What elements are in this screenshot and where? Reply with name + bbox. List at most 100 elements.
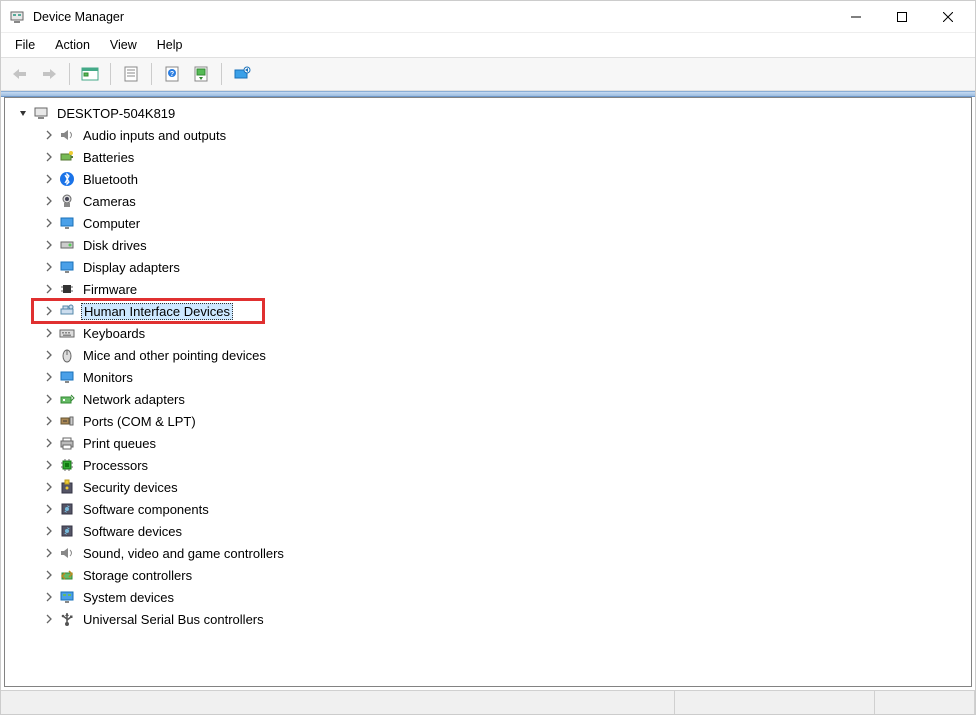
chevron-right-icon[interactable] [41,457,57,473]
chevron-down-icon[interactable] [15,105,31,121]
tree-category-label: Computer [81,216,142,231]
chevron-right-icon[interactable] [41,523,57,539]
tree-category-label: Software devices [81,524,184,539]
tree-category[interactable]: Processors [11,454,971,476]
chevron-right-icon[interactable] [41,501,57,517]
tree-category-label: Disk drives [81,238,149,253]
menu-action[interactable]: Action [45,35,100,55]
app-icon [9,9,25,25]
tree-category[interactable]: Firmware [11,278,971,300]
tree-category[interactable]: Mice and other pointing devices [11,344,971,366]
chevron-right-icon[interactable] [41,193,57,209]
chevron-right-icon[interactable] [41,281,57,297]
svg-text:?: ? [170,71,174,78]
tree-category-label: Audio inputs and outputs [81,128,228,143]
mouse-icon [59,347,75,363]
chevron-right-icon[interactable] [41,171,57,187]
tree-category[interactable]: Bluetooth [11,168,971,190]
storage-icon [59,567,75,583]
tree-category[interactable]: Batteries [11,146,971,168]
camera-icon [59,193,75,209]
security-icon [59,479,75,495]
port-icon [59,413,75,429]
tree-category[interactable]: System devices [11,586,971,608]
tree-category[interactable]: Monitors [11,366,971,388]
tree-category[interactable]: Display adapters [11,256,971,278]
tree-category[interactable]: Universal Serial Bus controllers [11,608,971,630]
tree-category[interactable]: Computer [11,212,971,234]
monitor-icon [59,369,75,385]
chevron-right-icon[interactable] [41,611,57,627]
statusbar-cell [1,691,675,714]
tree-category[interactable]: Security devices [11,476,971,498]
help-button[interactable]: ? [159,61,185,87]
tree-category[interactable]: Software devices [11,520,971,542]
tree-category-label: Sound, video and game controllers [81,546,286,561]
software-icon [59,523,75,539]
chevron-right-icon[interactable] [41,369,57,385]
tree-category-label: Universal Serial Bus controllers [81,612,266,627]
speaker-icon [59,545,75,561]
menu-file[interactable]: File [5,35,45,55]
chevron-right-icon[interactable] [41,127,57,143]
chevron-right-icon[interactable] [41,589,57,605]
tree-category-label: Display adapters [81,260,182,275]
tree-category[interactable]: Storage controllers [11,564,971,586]
menu-view[interactable]: View [100,35,147,55]
disk-icon [59,237,75,253]
device-tree[interactable]: DESKTOP-504K819 Audio inputs and outputs B… [5,102,971,630]
maximize-button[interactable] [879,2,925,32]
tree-root[interactable]: DESKTOP-504K819 [11,102,971,124]
chevron-right-icon[interactable] [41,391,57,407]
chevron-right-icon[interactable] [41,347,57,363]
keyboard-icon [59,325,75,341]
tree-category-label: Security devices [81,480,180,495]
tree-category[interactable]: Human Interface Devices [11,300,971,322]
printer-icon [59,435,75,451]
tree-category[interactable]: Audio inputs and outputs [11,124,971,146]
chevron-right-icon[interactable] [41,545,57,561]
chevron-right-icon[interactable] [41,149,57,165]
system-icon [59,589,75,605]
toolbar-separator [151,63,152,85]
cpu-icon [59,457,75,473]
chevron-right-icon[interactable] [41,567,57,583]
toolbar: ? [1,57,975,91]
software-icon [59,501,75,517]
menu-help[interactable]: Help [147,35,193,55]
tree-category[interactable]: Disk drives [11,234,971,256]
bluetooth-icon [59,171,75,187]
tree-category[interactable]: Keyboards [11,322,971,344]
chevron-right-icon[interactable] [41,325,57,341]
tree-category[interactable]: Cameras [11,190,971,212]
add-legacy-hardware-button[interactable] [229,61,255,87]
statusbar [1,690,975,714]
tree-category-label: Print queues [81,436,158,451]
chevron-right-icon[interactable] [41,413,57,429]
chevron-right-icon[interactable] [41,237,57,253]
tree-category-label: System devices [81,590,176,605]
tree-category-label: Bluetooth [81,172,140,187]
toolbar-separator [110,63,111,85]
minimize-button[interactable] [833,2,879,32]
properties-button[interactable] [118,61,144,87]
statusbar-cell [875,691,975,714]
chevron-right-icon[interactable] [41,259,57,275]
tree-category[interactable]: Software components [11,498,971,520]
network-icon [59,391,75,407]
show-hide-console-button[interactable] [77,61,103,87]
window-title: Device Manager [33,10,833,24]
scan-hardware-button[interactable] [188,61,214,87]
chevron-right-icon[interactable] [41,479,57,495]
tree-category-label: Mice and other pointing devices [81,348,268,363]
chevron-right-icon[interactable] [41,215,57,231]
tree-category[interactable]: Ports (COM & LPT) [11,410,971,432]
monitor-icon [59,215,75,231]
tree-category[interactable]: Network adapters [11,388,971,410]
tree-category[interactable]: Print queues [11,432,971,454]
chevron-right-icon[interactable] [41,435,57,451]
close-button[interactable] [925,2,971,32]
battery-icon [59,149,75,165]
chevron-right-icon[interactable] [41,303,57,319]
tree-category[interactable]: Sound, video and game controllers [11,542,971,564]
